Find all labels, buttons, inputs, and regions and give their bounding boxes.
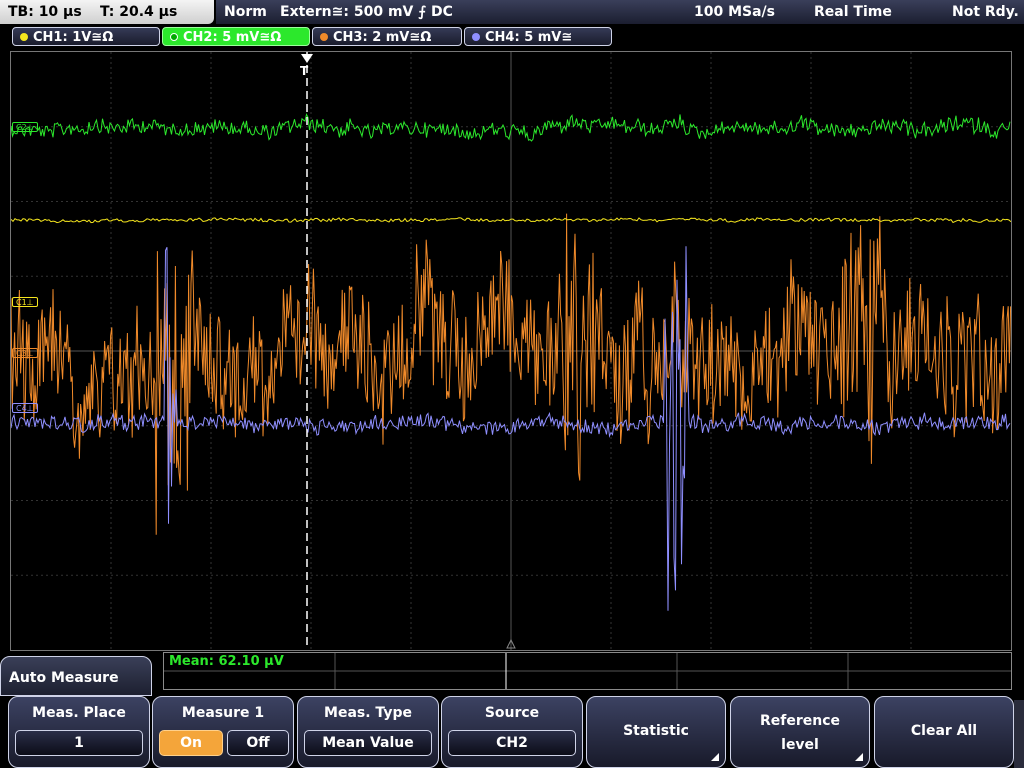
channel-tab-ch2[interactable]: CH2: 5 mV≅Ω — [162, 27, 310, 46]
meas-place-softkey[interactable]: Meas. Place 1 — [8, 696, 150, 768]
acquisition-mode: Real Time — [814, 4, 892, 20]
source-value[interactable]: CH2 — [448, 730, 576, 756]
ch4-offset-marker[interactable]: C4⊥ — [12, 403, 38, 413]
waveform-canvas — [11, 52, 1011, 650]
ch1-offset-marker[interactable]: C1⊥ — [12, 297, 38, 307]
auto-measure-tab[interactable]: Auto Measure — [0, 656, 152, 696]
channel-tab-ch4[interactable]: CH4: 5 mV≅ — [464, 27, 612, 46]
sample-rate: 100 MSa/s — [694, 4, 776, 20]
channel-tab-label: CH2: 5 mV≅Ω — [183, 30, 282, 45]
statistic-softkey[interactable]: Statistic — [586, 696, 726, 768]
channel-tab-ch1[interactable]: CH1: 1V≅Ω — [12, 27, 160, 46]
measurement-result: Mean: 62.10 µV — [169, 654, 284, 669]
trigger-time-readout: T: 20.4 µs — [100, 4, 178, 20]
softkey-label-line2: level — [781, 737, 819, 753]
ch1-color-dot-icon — [20, 33, 28, 41]
trigger-mode[interactable]: Norm — [224, 0, 267, 24]
measure-off-toggle[interactable]: Off — [227, 730, 289, 756]
waveform-display[interactable] — [10, 51, 1012, 651]
trigger-source[interactable]: Extern≅: 500 mV ⨍ DC — [280, 0, 453, 24]
acquisition-state: Not Rdy. — [952, 4, 1019, 20]
timebase-box[interactable]: TB: 10 µs T: 20.4 µs — [0, 0, 214, 24]
measurement-result-area — [163, 652, 1012, 690]
clear-all-softkey[interactable]: Clear All — [874, 696, 1014, 768]
channel-tab-label: CH4: 5 mV≅ — [485, 30, 573, 45]
measure-softkey[interactable]: Measure 1 On Off — [152, 696, 294, 768]
trigger-label: T — [300, 64, 309, 78]
softkey-title: Measure 1 — [181, 705, 265, 721]
reference-level-softkey[interactable]: Reference level — [730, 696, 870, 768]
meas-type-softkey[interactable]: Meas. Type Mean Value — [297, 696, 439, 768]
meas-place-value[interactable]: 1 — [15, 730, 143, 756]
softkey-label: Statistic — [623, 723, 689, 739]
ch2-color-dot-icon — [170, 33, 178, 41]
ch4-color-dot-icon — [472, 33, 480, 41]
submenu-corner-icon — [711, 753, 719, 761]
softkey-title: Meas. Place — [32, 705, 126, 721]
timebase-readout: TB: 10 µs — [8, 4, 82, 20]
status-bar: Norm Extern≅: 500 mV ⨍ DC 100 MSa/s Real… — [216, 0, 1024, 24]
softkey-title: Source — [484, 705, 540, 721]
ch2-offset-marker[interactable]: C2⊥ — [12, 122, 38, 132]
source-softkey[interactable]: Source CH2 — [441, 696, 583, 768]
ch3-color-dot-icon — [320, 33, 328, 41]
channel-tab-label: CH1: 1V≅Ω — [33, 30, 114, 45]
meas-type-value[interactable]: Mean Value — [304, 730, 432, 756]
measure-on-toggle[interactable]: On — [159, 730, 223, 756]
softkey-label-line1: Reference — [759, 713, 841, 729]
softkey-label: Clear All — [910, 723, 978, 739]
ch3-offset-marker[interactable]: C3⊥ — [12, 348, 38, 358]
channel-tab-ch3[interactable]: CH3: 2 mV≅Ω — [312, 27, 462, 46]
channel-tab-label: CH3: 2 mV≅Ω — [333, 30, 432, 45]
softkey-scrollbar[interactable] — [1014, 700, 1024, 768]
submenu-corner-icon — [855, 753, 863, 761]
softkey-title: Meas. Type — [324, 705, 412, 721]
